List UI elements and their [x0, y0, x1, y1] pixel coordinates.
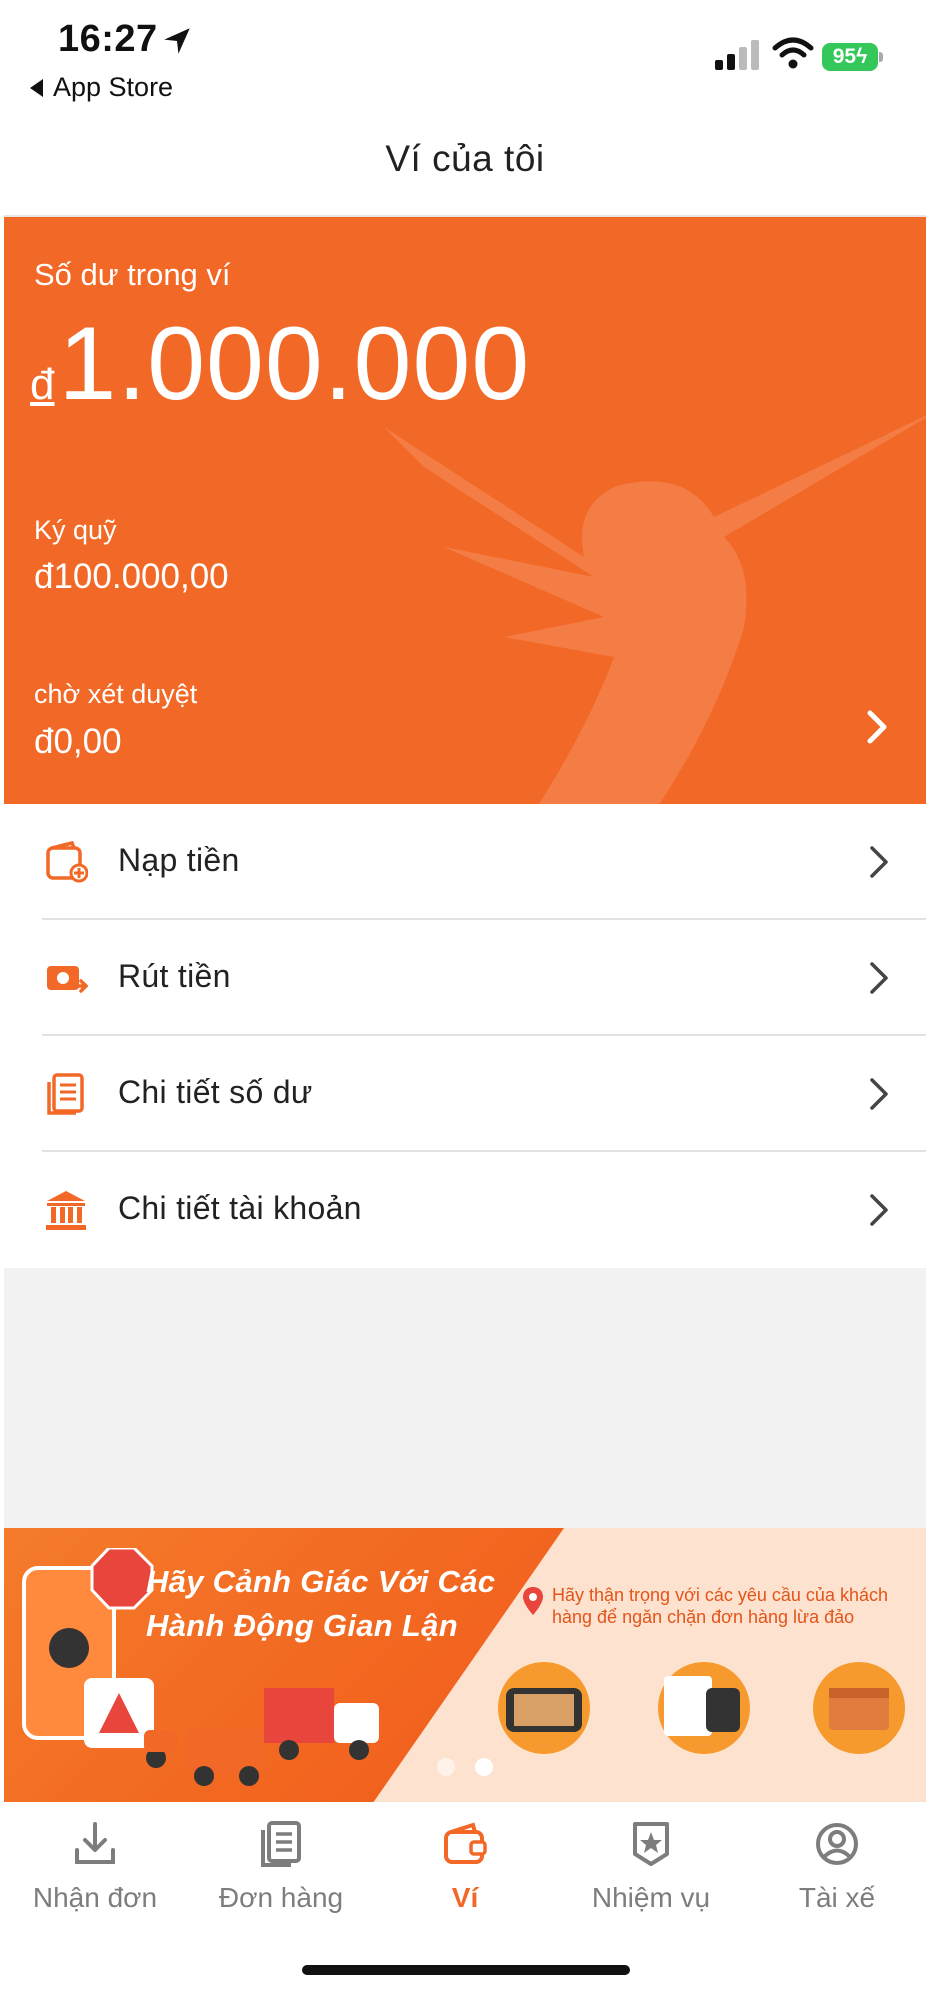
charging-bolt-icon: ϟ	[856, 45, 868, 68]
location-pin-icon	[523, 1587, 543, 1615]
empty-content-area	[4, 1268, 926, 1528]
invoice-illustration-icon	[658, 1662, 750, 1754]
chevron-right-icon	[870, 1078, 888, 1110]
banner-headline: Hãy Cảnh Giác Với Các Hành Động Gian Lận	[146, 1560, 495, 1648]
wallet-balance-card[interactable]: Số dư trong ví đ 1.000.000 Ký quỹ đ100.0…	[4, 217, 926, 804]
chevron-right-icon	[870, 962, 888, 994]
cellular-signal-icon	[715, 40, 759, 70]
menu-item-withdraw[interactable]: Rút tiền	[0, 920, 930, 1035]
tab-receive-orders[interactable]: Nhận đơn	[2, 1802, 188, 1922]
menu-label-withdraw: Rút tiền	[118, 958, 231, 994]
balance-label: Số dư trong ví	[34, 257, 231, 292]
bird-watermark-icon	[384, 415, 926, 804]
chevron-right-icon	[870, 846, 888, 878]
location-arrow-icon	[164, 28, 190, 54]
home-indicator[interactable]	[302, 1965, 630, 1975]
balance-value: 1.000.000	[58, 306, 531, 422]
menu-item-top-up[interactable]: Nạp tiền	[0, 804, 930, 919]
delivery-trucks-illustration-icon	[144, 1688, 379, 1786]
tab-label: Đơn hàng	[218, 1882, 344, 1913]
battery-level: 95	[832, 45, 857, 68]
phone-illustration-icon	[22, 1548, 154, 1748]
carousel-dot-2[interactable]	[475, 1758, 493, 1776]
tab-wallet[interactable]: Ví	[372, 1802, 558, 1922]
orders-icon	[261, 1821, 301, 1867]
chevron-right-icon[interactable]	[862, 707, 892, 747]
tab-orders[interactable]: Đơn hàng	[188, 1802, 374, 1922]
deposit-label: Ký quỹ	[34, 515, 117, 545]
status-time: 16:27	[58, 18, 158, 60]
package-box-illustration-icon	[813, 1662, 905, 1754]
chevron-right-icon	[870, 1194, 888, 1226]
banner-headline-line1: Hãy Cảnh Giác Với Các	[146, 1564, 496, 1599]
tab-label: Nhận đơn	[32, 1882, 158, 1913]
tab-driver[interactable]: Tài xế	[744, 1802, 930, 1922]
back-label: App Store	[53, 72, 174, 102]
menu-item-account-details[interactable]: Chi tiết tài khoản	[0, 1152, 930, 1267]
tab-missions[interactable]: Nhiệm vụ	[558, 1802, 744, 1922]
balance-amount: đ 1.000.000	[30, 305, 530, 424]
carousel-dot-1[interactable]	[437, 1758, 455, 1776]
deposit-value: đ100.000,00	[34, 557, 229, 596]
wallet-icon	[444, 1822, 487, 1864]
menu-label-account-details: Chi tiết tài khoản	[118, 1190, 362, 1226]
menu-item-balance-details[interactable]: Chi tiết số dư	[0, 1036, 930, 1151]
fraud-warning-banner[interactable]: Hãy Cảnh Giác Với Các Hành Động Gian Lận…	[4, 1528, 926, 1802]
mission-badge-icon	[633, 1822, 669, 1866]
banner-note: Hãy thận trọng với các yêu cầu của khách…	[552, 1585, 888, 1627]
tab-label: Tài xế	[798, 1882, 876, 1913]
document-list-icon	[47, 1073, 84, 1115]
page-title: Ví của tôi	[385, 138, 545, 179]
banner-headline-line2: Hành Động Gian Lận	[146, 1608, 458, 1643]
driver-profile-icon	[816, 1823, 858, 1865]
package-phone-illustration-icon	[498, 1662, 590, 1754]
currency-symbol: đ	[30, 360, 55, 409]
pending-value: đ0,00	[34, 722, 122, 761]
wifi-icon	[772, 37, 814, 69]
pending-label: chờ xét duyệt	[34, 679, 198, 709]
back-triangle-icon	[30, 78, 43, 97]
bank-icon	[46, 1191, 86, 1230]
wallet-add-icon	[46, 840, 88, 883]
cash-withdraw-icon	[47, 966, 88, 993]
download-icon	[75, 1822, 115, 1864]
tab-label: Ví	[451, 1882, 479, 1913]
menu-label-balance-details: Chi tiết số dư	[118, 1074, 313, 1110]
tab-label: Nhiệm vụ	[591, 1882, 711, 1913]
back-to-app-store[interactable]: App Store	[30, 72, 173, 103]
battery-cap	[879, 52, 883, 62]
menu-label-top-up: Nạp tiền	[118, 842, 240, 878]
battery-indicator: 95 ϟ	[822, 43, 878, 71]
